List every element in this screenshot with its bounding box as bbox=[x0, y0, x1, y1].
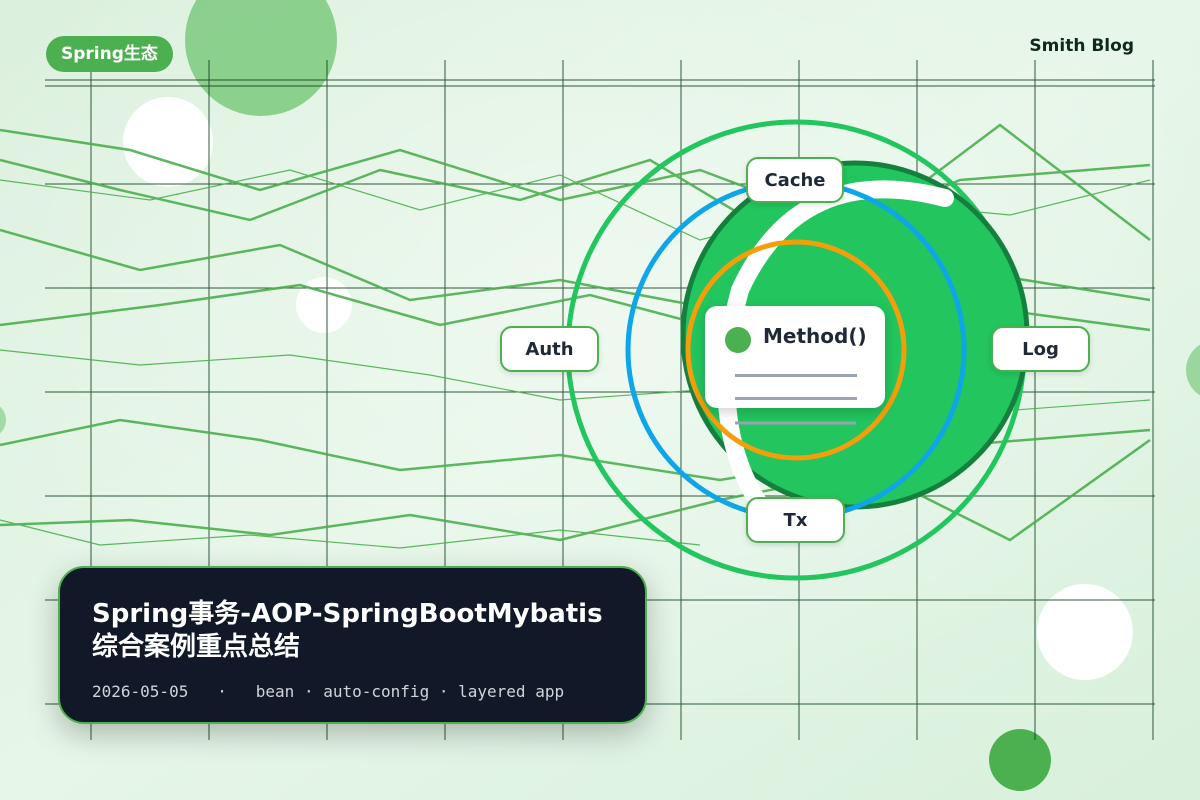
meta-tag: bean bbox=[255, 682, 295, 701]
decor-circle bbox=[123, 97, 213, 187]
method-line bbox=[735, 397, 857, 400]
node-tx: Tx bbox=[746, 497, 845, 543]
article-date: 2026-05-05 bbox=[92, 682, 189, 701]
blog-brand[interactable]: Smith Blog bbox=[1029, 36, 1134, 56]
article-meta: 2026-05-05 · bean · auto-config · layere… bbox=[92, 682, 564, 701]
decor-circle bbox=[989, 729, 1051, 791]
decor-circle bbox=[1037, 584, 1133, 680]
meta-separator: · bbox=[303, 682, 314, 701]
method-card: Method() bbox=[705, 306, 885, 408]
meta-separator: · bbox=[217, 682, 227, 701]
method-line bbox=[735, 374, 857, 377]
method-dot-icon bbox=[725, 327, 751, 353]
category-tag[interactable]: Spring生态 bbox=[46, 36, 173, 72]
method-label: Method() bbox=[763, 324, 867, 348]
meta-separator: · bbox=[438, 682, 449, 701]
node-log: Log bbox=[991, 326, 1090, 372]
article-title: Spring事务-AOP-SpringBootMybatis综合案例重点总结 bbox=[92, 599, 603, 662]
meta-tag: auto-config bbox=[323, 682, 430, 701]
node-auth: Auth bbox=[500, 326, 599, 372]
meta-tag: layered app bbox=[458, 682, 565, 701]
node-cache: Cache bbox=[746, 157, 844, 203]
title-card: Spring事务-AOP-SpringBootMybatis综合案例重点总结 2… bbox=[58, 566, 647, 724]
